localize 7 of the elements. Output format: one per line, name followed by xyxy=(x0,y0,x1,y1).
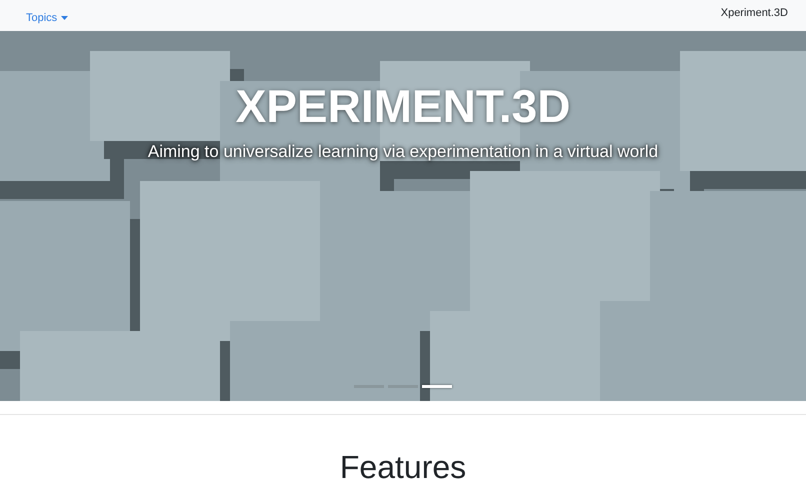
caret-icon xyxy=(61,16,68,20)
hero-subtitle: Aiming to universalize learning via experimentation in a virtual world xyxy=(148,141,658,163)
carousel-indicator[interactable] xyxy=(422,385,452,388)
features-heading: Features xyxy=(340,448,466,487)
brand-link[interactable]: Xperiment.3D xyxy=(720,5,788,22)
topics-dropdown[interactable]: Topics xyxy=(26,10,68,26)
hero-title: XPERIMENT.3D xyxy=(236,83,570,129)
